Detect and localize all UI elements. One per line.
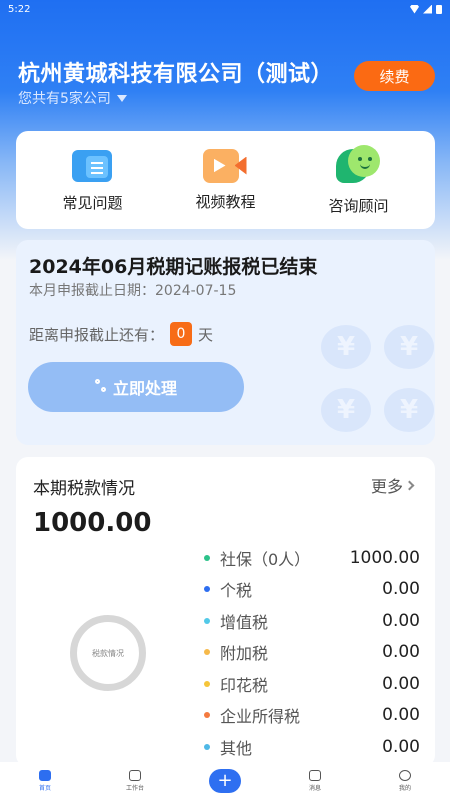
quick-link-video[interactable]: 视频教程 — [171, 148, 281, 212]
caret-down-icon — [116, 94, 127, 102]
tax-item-name: 增值税 — [220, 612, 269, 632]
tax-item-value: 1000.00 — [349, 547, 420, 568]
status-icons — [410, 4, 442, 14]
tax-card-title: 本期税款情况 — [33, 479, 135, 499]
yuan-coin-icon: ¥ — [384, 388, 434, 432]
video-camera-icon — [202, 148, 249, 183]
wifi-icon — [410, 4, 419, 14]
tax-total: 1000.00 — [33, 508, 152, 538]
tax-item-name: 附加税 — [220, 644, 269, 664]
legend-dot-icon — [204, 712, 210, 719]
yuan-coin-icon: ¥ — [321, 325, 371, 369]
tax-item-value: 0.00 — [382, 705, 420, 726]
deadline-text: 本月申报截止日期：2024-07-15 — [29, 280, 236, 300]
tab-label: 首页 — [38, 785, 51, 792]
battery-icon — [436, 4, 442, 14]
tax-breakdown-list: 社保（0人） 1000.00 个税 0.00 增值税 0.00 附加税 0.00 印花税 0.00… — [204, 542, 420, 763]
tab-home[interactable]: 首页 — [15, 770, 75, 792]
quick-link-faq[interactable]: 常见问题 — [38, 148, 148, 213]
quick-link-label: 常见问题 — [62, 193, 123, 212]
company-count-text: 您共有5家公司 — [18, 91, 111, 107]
quick-link-label: 咨询顾问 — [328, 196, 389, 215]
tax-item-value: 0.00 — [382, 673, 420, 694]
home-icon — [39, 770, 51, 781]
tab-messages[interactable]: 消息 — [285, 770, 345, 792]
yuan-coin-icon: ¥ — [321, 388, 371, 432]
remaining-unit: 天 — [198, 325, 214, 344]
tax-row: 增值税 0.00 — [204, 605, 420, 637]
tax-item-name: 个税 — [220, 581, 253, 601]
chevron-right-icon — [404, 480, 415, 490]
tax-row: 印花税 0.00 — [204, 668, 420, 700]
more-link[interactable]: 更多 — [371, 473, 415, 497]
process-icon — [94, 379, 109, 395]
tab-label: 消息 — [308, 785, 321, 792]
period-title: 2024年06月税期记账报税已结束 — [29, 256, 318, 278]
tab-label: 我的 — [398, 785, 411, 792]
donut-label: 税款情况 — [92, 648, 124, 658]
cube-icon — [129, 770, 141, 781]
faq-book-icon — [71, 148, 114, 184]
tax-item-value: 0.00 — [382, 736, 420, 757]
legend-dot-icon — [204, 586, 210, 593]
quick-link-consult[interactable]: 咨询顾问 — [304, 144, 414, 216]
tab-profile[interactable]: 我的 — [375, 770, 435, 792]
legend-dot-icon — [204, 743, 210, 750]
tab-workbench[interactable]: 工作台 — [105, 770, 165, 792]
tax-donut-chart: 税款情况 — [70, 615, 146, 691]
consultant-chat-icon — [335, 144, 382, 187]
remaining-label: 距离申报截止还有： — [29, 325, 165, 344]
tax-row: 个税 0.00 — [204, 574, 420, 606]
tax-row: 附加税 0.00 — [204, 637, 420, 669]
status-time: 5:22 — [8, 3, 31, 15]
bottom-tab-bar: 首页 工作台 + 消息 我的 — [0, 762, 450, 800]
tax-item-name: 企业所得税 — [220, 707, 301, 727]
handle-now-label: 立即处理 — [112, 379, 177, 398]
plus-icon: + — [209, 769, 241, 793]
legend-dot-icon — [204, 554, 210, 561]
tax-row: 社保（0人） 1000.00 — [204, 542, 420, 574]
tab-label: 工作台 — [125, 785, 144, 792]
signal-icon — [423, 4, 432, 14]
yuan-coin-icon: ¥ — [384, 325, 434, 369]
tax-item-name: 社保（0人） — [220, 549, 311, 569]
legend-dot-icon — [204, 680, 210, 687]
quick-link-label: 视频教程 — [195, 192, 256, 211]
tax-item-value: 0.00 — [382, 642, 420, 663]
profile-icon — [399, 770, 411, 781]
company-switcher[interactable]: 您共有5家公司 — [18, 88, 127, 108]
tax-period-card: ¥ ¥ ¥ ¥ 2024年06月税期记账报税已结束 本月申报截止日期：2024-… — [16, 240, 435, 445]
quick-links-card: 常见问题 视频教程 咨询顾问 — [16, 131, 435, 229]
legend-dot-icon — [204, 617, 210, 624]
remaining-days-badge: 0 — [170, 322, 193, 346]
deadline-label: 本月申报截止日期： — [29, 283, 155, 299]
renew-button[interactable]: 续费 — [354, 61, 435, 91]
legend-dot-icon — [204, 649, 210, 656]
tax-item-value: 0.00 — [382, 610, 420, 631]
status-bar: 5:22 — [0, 0, 450, 18]
handle-now-button[interactable]: 立即处理 — [28, 362, 244, 412]
tax-item-name: 印花税 — [220, 675, 269, 695]
more-label: 更多 — [371, 477, 404, 496]
tax-item-name: 其他 — [220, 738, 253, 758]
company-name: 杭州黄城科技有限公司（测试） — [18, 62, 334, 87]
message-icon — [309, 770, 321, 781]
tax-item-value: 0.00 — [382, 579, 420, 600]
tax-row: 企业所得税 0.00 — [204, 700, 420, 732]
deadline-date: 2024-07-15 — [155, 283, 237, 299]
remaining-days: 距离申报截止还有： 0 天 — [29, 322, 213, 346]
tab-add[interactable]: + — [195, 769, 255, 793]
tax-summary-card: 本期税款情况 更多 1000.00 税款情况 社保（0人） 1000.00 个税 0.… — [16, 457, 435, 767]
tax-row: 其他 0.00 — [204, 731, 420, 763]
